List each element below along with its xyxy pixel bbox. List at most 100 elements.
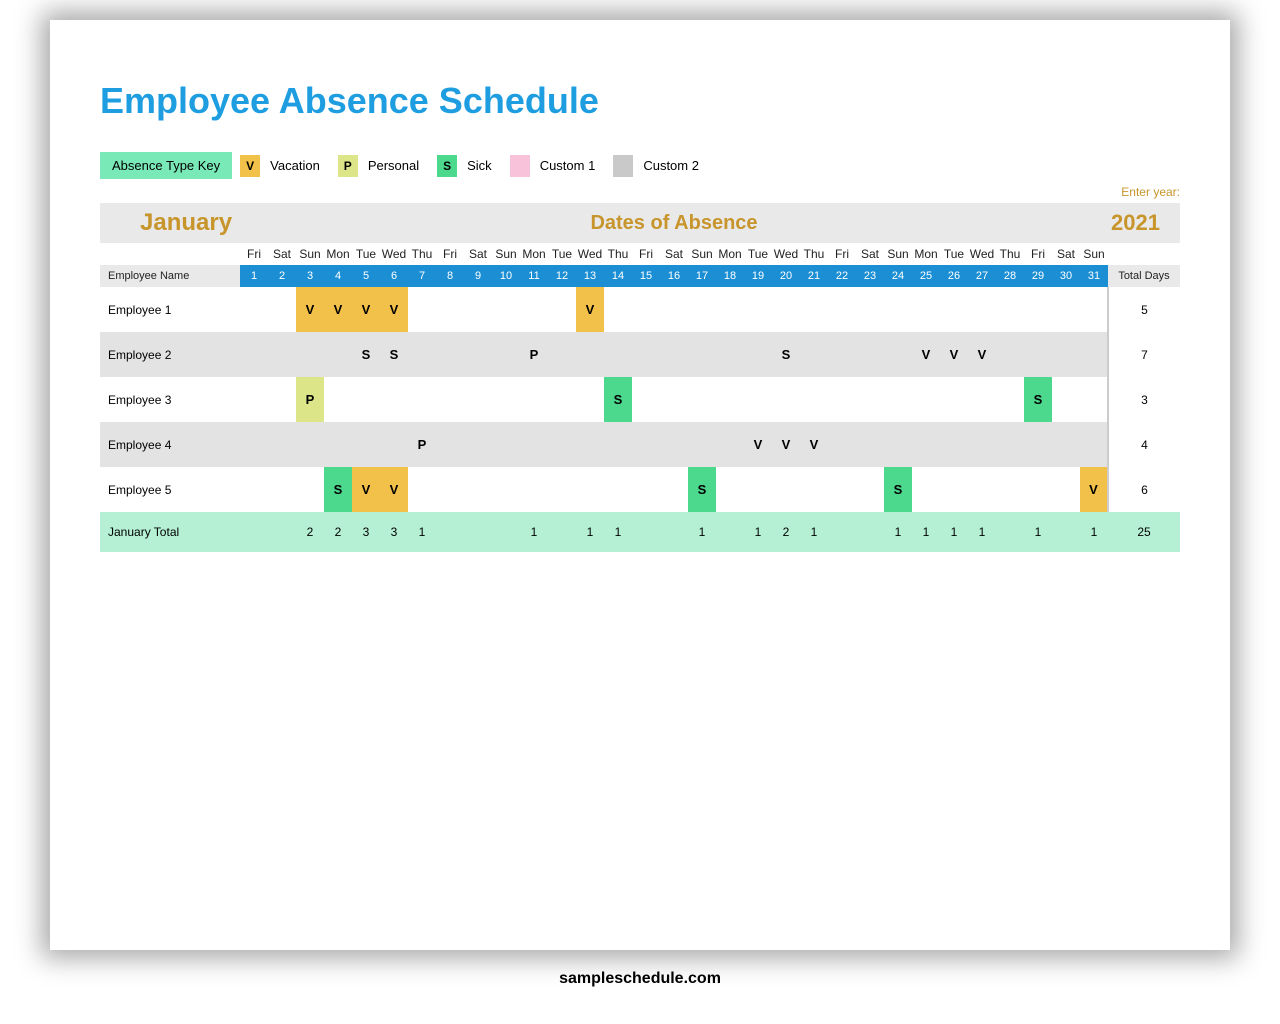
absence-cell[interactable] (576, 332, 604, 377)
absence-cell[interactable] (772, 287, 800, 332)
absence-cell[interactable] (296, 467, 324, 512)
absence-cell[interactable]: V (352, 287, 380, 332)
absence-cell[interactable]: S (352, 332, 380, 377)
absence-cell[interactable] (492, 332, 520, 377)
absence-cell[interactable] (968, 377, 996, 422)
absence-cell[interactable]: S (380, 332, 408, 377)
absence-cell[interactable] (744, 287, 772, 332)
absence-cell[interactable] (800, 287, 828, 332)
absence-cell[interactable] (856, 287, 884, 332)
absence-cell[interactable]: V (324, 287, 352, 332)
absence-cell[interactable] (492, 422, 520, 467)
absence-cell[interactable] (1024, 422, 1052, 467)
absence-cell[interactable] (716, 377, 744, 422)
absence-cell[interactable] (968, 287, 996, 332)
absence-cell[interactable] (436, 422, 464, 467)
absence-cell[interactable] (492, 467, 520, 512)
absence-cell[interactable] (716, 332, 744, 377)
absence-cell[interactable]: V (968, 332, 996, 377)
absence-cell[interactable] (940, 377, 968, 422)
absence-cell[interactable]: V (800, 422, 828, 467)
absence-cell[interactable] (772, 467, 800, 512)
absence-cell[interactable] (464, 377, 492, 422)
absence-cell[interactable] (828, 377, 856, 422)
absence-cell[interactable] (940, 422, 968, 467)
absence-cell[interactable] (604, 467, 632, 512)
absence-cell[interactable] (520, 287, 548, 332)
absence-cell[interactable] (1080, 332, 1108, 377)
absence-cell[interactable] (464, 422, 492, 467)
absence-cell[interactable] (548, 287, 576, 332)
absence-cell[interactable] (1080, 287, 1108, 332)
absence-cell[interactable]: V (772, 422, 800, 467)
absence-cell[interactable]: S (324, 467, 352, 512)
absence-cell[interactable] (464, 467, 492, 512)
absence-cell[interactable] (408, 467, 436, 512)
absence-cell[interactable] (744, 332, 772, 377)
absence-cell[interactable] (688, 422, 716, 467)
absence-cell[interactable] (268, 287, 296, 332)
absence-cell[interactable] (940, 287, 968, 332)
absence-cell[interactable] (884, 332, 912, 377)
absence-cell[interactable] (772, 377, 800, 422)
absence-cell[interactable] (996, 467, 1024, 512)
absence-cell[interactable] (856, 332, 884, 377)
absence-cell[interactable] (828, 422, 856, 467)
absence-cell[interactable] (884, 422, 912, 467)
absence-cell[interactable] (800, 467, 828, 512)
absence-cell[interactable] (464, 287, 492, 332)
absence-cell[interactable] (408, 377, 436, 422)
absence-cell[interactable] (744, 377, 772, 422)
absence-cell[interactable] (800, 332, 828, 377)
absence-cell[interactable]: V (352, 467, 380, 512)
absence-cell[interactable]: P (408, 422, 436, 467)
absence-cell[interactable] (996, 287, 1024, 332)
absence-cell[interactable] (380, 377, 408, 422)
absence-cell[interactable] (716, 467, 744, 512)
absence-cell[interactable] (520, 422, 548, 467)
absence-cell[interactable] (296, 332, 324, 377)
absence-cell[interactable] (352, 422, 380, 467)
absence-cell[interactable] (380, 422, 408, 467)
absence-cell[interactable] (856, 467, 884, 512)
absence-cell[interactable] (660, 287, 688, 332)
absence-cell[interactable] (632, 287, 660, 332)
absence-cell[interactable] (576, 377, 604, 422)
absence-cell[interactable] (660, 377, 688, 422)
absence-cell[interactable] (268, 467, 296, 512)
absence-cell[interactable] (996, 422, 1024, 467)
absence-cell[interactable]: V (940, 332, 968, 377)
absence-cell[interactable] (688, 287, 716, 332)
absence-cell[interactable] (492, 287, 520, 332)
absence-cell[interactable] (1052, 377, 1080, 422)
absence-cell[interactable] (1024, 287, 1052, 332)
absence-cell[interactable]: S (604, 377, 632, 422)
absence-cell[interactable] (436, 377, 464, 422)
absence-cell[interactable] (268, 377, 296, 422)
absence-cell[interactable] (856, 422, 884, 467)
absence-cell[interactable] (548, 422, 576, 467)
absence-cell[interactable] (632, 422, 660, 467)
absence-cell[interactable] (436, 467, 464, 512)
absence-cell[interactable]: V (296, 287, 324, 332)
absence-cell[interactable] (856, 377, 884, 422)
absence-cell[interactable] (576, 422, 604, 467)
absence-cell[interactable] (660, 467, 688, 512)
absence-cell[interactable] (324, 377, 352, 422)
absence-cell[interactable] (688, 377, 716, 422)
absence-cell[interactable] (828, 332, 856, 377)
absence-cell[interactable] (996, 377, 1024, 422)
absence-cell[interactable]: V (1080, 467, 1108, 512)
absence-cell[interactable]: P (520, 332, 548, 377)
absence-cell[interactable] (688, 332, 716, 377)
absence-cell[interactable] (1052, 287, 1080, 332)
absence-cell[interactable] (240, 332, 268, 377)
absence-cell[interactable]: V (576, 287, 604, 332)
absence-cell[interactable] (632, 377, 660, 422)
absence-cell[interactable] (1052, 422, 1080, 467)
absence-cell[interactable]: V (380, 467, 408, 512)
absence-cell[interactable] (884, 377, 912, 422)
absence-cell[interactable] (1080, 377, 1108, 422)
absence-cell[interactable]: S (884, 467, 912, 512)
absence-cell[interactable] (968, 422, 996, 467)
